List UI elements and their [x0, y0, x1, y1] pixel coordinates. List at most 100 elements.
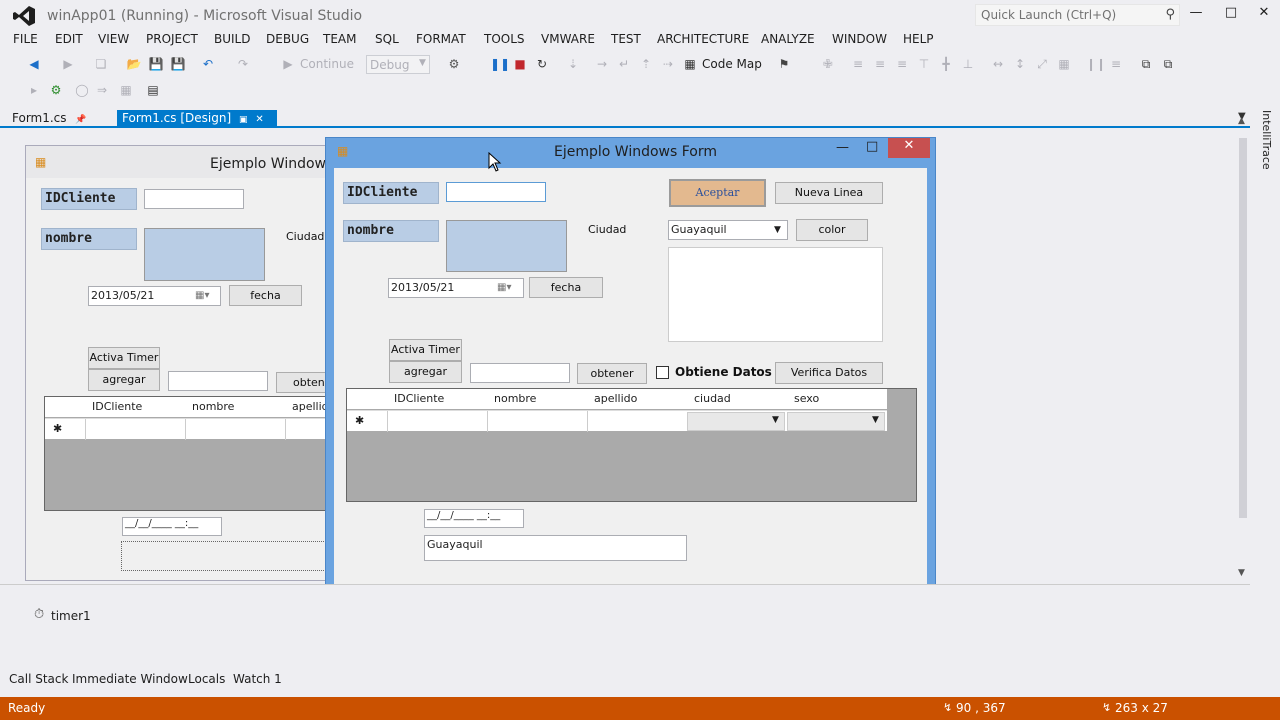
step-out-icon[interactable]: ⇡: [638, 56, 654, 72]
menu-file[interactable]: FILE: [13, 32, 38, 46]
bring-front-icon[interactable]: ⧉: [1138, 56, 1154, 72]
activa-timer-button[interactable]: Activa Timer: [88, 347, 160, 369]
send-back-icon[interactable]: ⧉: [1160, 56, 1176, 72]
tab-immediate-window[interactable]: Immediate Window: [72, 672, 188, 686]
run-minimize-button[interactable]: —: [836, 140, 849, 155]
run-close-button[interactable]: ✕: [888, 138, 930, 158]
same-width-icon[interactable]: ↔: [990, 56, 1006, 72]
menu-team[interactable]: TEAM: [323, 32, 356, 46]
maximize-button[interactable]: □: [1221, 5, 1241, 23]
aceptar-button[interactable]: Aceptar: [669, 179, 766, 207]
intellitrace-tab[interactable]: IntelliTrace: [1259, 110, 1273, 170]
close-button[interactable]: ✕: [1254, 5, 1274, 23]
stop-icon[interactable]: ■: [512, 56, 528, 72]
redo-icon[interactable]: ↷: [235, 56, 251, 72]
v-spacing-icon[interactable]: ≡: [1108, 56, 1124, 72]
process-icon[interactable]: ⚙: [446, 56, 462, 72]
same-size-icon[interactable]: ⤢: [1034, 56, 1050, 72]
step-back-icon[interactable]: ↵: [616, 56, 632, 72]
align-top-icon[interactable]: ⊤: [916, 56, 932, 72]
bookmark-icon[interactable]: ⚑: [776, 56, 792, 72]
save-all-icon[interactable]: 💾: [170, 56, 186, 72]
threads-icon[interactable]: ⇒: [94, 82, 110, 98]
run-datagrid[interactable]: IDCliente nombre apellido ciudad sexo ✱ …: [346, 388, 917, 502]
masked-textbox[interactable]: __/__/____ __:__: [122, 517, 222, 536]
menu-help[interactable]: HELP: [903, 32, 934, 46]
idcliente-textbox[interactable]: [446, 182, 546, 202]
align-icon[interactable]: ✙: [820, 56, 836, 72]
search-icon[interactable]: ⚲: [1165, 7, 1175, 22]
solution-config-dropdown[interactable]: Debug ▼: [366, 55, 430, 74]
agregar-button[interactable]: agregar: [389, 361, 462, 383]
menu-window[interactable]: WINDOW: [832, 32, 887, 46]
date-picker[interactable]: 2013/05/21 ▦▾: [388, 278, 524, 298]
align-left-icon[interactable]: ≡: [850, 56, 866, 72]
menu-test[interactable]: TEST: [611, 32, 641, 46]
menu-build[interactable]: BUILD: [214, 32, 250, 46]
stack-frame-icon[interactable]: ▤: [145, 82, 161, 98]
align-center-icon[interactable]: ≡: [872, 56, 888, 72]
menu-edit[interactable]: EDIT: [55, 32, 83, 46]
obtener-button[interactable]: obtener: [577, 363, 647, 384]
save-icon[interactable]: 💾: [148, 56, 164, 72]
activa-timer-button[interactable]: Activa Timer: [389, 339, 462, 361]
ciudad-cell-combo[interactable]: ▼: [687, 412, 785, 431]
menu-debug[interactable]: DEBUG: [266, 32, 309, 46]
continue-button[interactable]: Continue: [300, 57, 354, 71]
code-map-icon[interactable]: ▦: [682, 56, 698, 72]
fecha-button[interactable]: fecha: [529, 277, 603, 298]
forward-icon[interactable]: ▶: [60, 56, 76, 72]
align-bottom-icon[interactable]: ⊥: [960, 56, 976, 72]
design-form[interactable]: ▦ Ejemplo Windows IDCliente nombre Ciuda…: [25, 145, 336, 581]
back-icon[interactable]: ◀: [26, 56, 42, 72]
code-map-button[interactable]: Code Map: [702, 57, 762, 71]
align-right-icon[interactable]: ≡: [894, 56, 910, 72]
menu-sql[interactable]: SQL: [375, 32, 399, 46]
tab-form1-design[interactable]: Form1.cs [Design] ▣ ✕: [117, 110, 277, 128]
pin-icon[interactable]: 📌: [75, 115, 86, 125]
timer-label[interactable]: timer1: [51, 609, 91, 623]
city-textbox[interactable]: Guayaquil: [424, 535, 687, 561]
scroll-thumb[interactable]: [1239, 138, 1247, 518]
menu-analyze[interactable]: ANALYZE: [761, 32, 815, 46]
selected-combobox[interactable]: [121, 541, 336, 571]
timer-icon[interactable]: ⏱: [34, 607, 44, 622]
masked-textbox[interactable]: __/__/____ __:__: [424, 509, 524, 528]
hex-icon[interactable]: ▦: [118, 82, 134, 98]
calendar-icon[interactable]: ▦▾: [195, 287, 209, 305]
agregar-textbox[interactable]: [470, 363, 570, 383]
show-next-statement-icon[interactable]: ▸: [26, 82, 42, 98]
step-into-icon[interactable]: ⇣: [565, 56, 581, 72]
pause-icon[interactable]: ❚❚: [490, 56, 510, 72]
date-picker[interactable]: 2013/05/21 ▦▾: [88, 286, 221, 306]
fecha-button[interactable]: fecha: [229, 285, 302, 306]
nombre-textbox[interactable]: [446, 220, 567, 272]
scroll-down-icon[interactable]: ▼: [1238, 568, 1245, 578]
tab-watch-1[interactable]: Watch 1: [233, 672, 282, 686]
pin-icon[interactable]: ▣: [239, 115, 248, 125]
restart-icon[interactable]: ↻: [534, 56, 550, 72]
tab-call-stack[interactable]: Call Stack: [9, 672, 68, 686]
nueva-linea-button[interactable]: Nueva Linea: [775, 182, 883, 204]
color-button[interactable]: color: [796, 219, 868, 241]
agregar-button[interactable]: agregar: [88, 369, 160, 391]
step-over-icon[interactable]: →: [594, 56, 610, 72]
minimize-button[interactable]: —: [1186, 5, 1206, 23]
running-form-window[interactable]: ▦ Ejemplo Windows Form — □ ✕ IDCliente n…: [325, 137, 936, 614]
grid-new-row[interactable]: ✱: [45, 418, 335, 440]
open-file-icon[interactable]: 📂: [126, 56, 142, 72]
run-maximize-button[interactable]: □: [866, 139, 878, 154]
same-height-icon[interactable]: ↕: [1012, 56, 1028, 72]
chevron-down-icon[interactable]: ▼: [774, 221, 781, 239]
sexo-cell-combo[interactable]: ▼: [787, 412, 885, 431]
h-spacing-icon[interactable]: ❙❙: [1086, 56, 1106, 72]
new-project-icon[interactable]: ❏: [93, 56, 109, 72]
close-icon[interactable]: ✕: [255, 114, 263, 125]
design-datagrid[interactable]: IDCliente nombre apellido ✱: [44, 396, 336, 511]
menu-view[interactable]: VIEW: [98, 32, 129, 46]
menu-architecture[interactable]: ARCHITECTURE: [657, 32, 749, 46]
breakpoints-icon[interactable]: ◯: [74, 82, 90, 98]
tab-form1-cs[interactable]: Form1.cs 📌: [6, 110, 93, 128]
scroll-up-icon[interactable]: ▲: [1238, 116, 1245, 126]
grid-size-icon[interactable]: ▦: [1056, 56, 1072, 72]
